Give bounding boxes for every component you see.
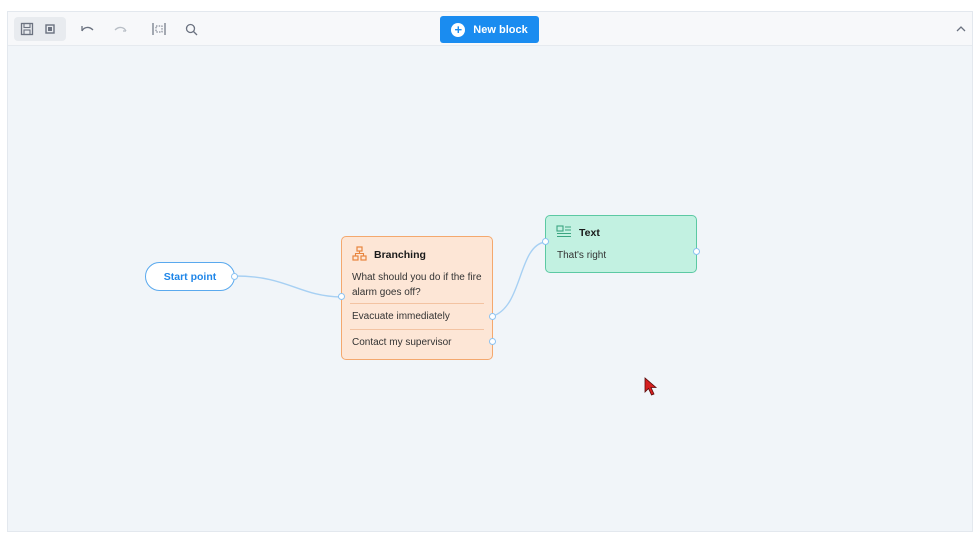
text-output-port[interactable] bbox=[693, 248, 700, 255]
text-block-icon bbox=[556, 225, 572, 241]
branching-header: Branching bbox=[352, 246, 426, 264]
branching-node[interactable]: Branching What should you do if the fire… bbox=[341, 236, 493, 360]
option-2-output-port[interactable] bbox=[489, 338, 496, 345]
chevron-up-icon[interactable] bbox=[952, 19, 970, 37]
mouse-pointer-icon bbox=[644, 377, 658, 402]
branching-input-port[interactable] bbox=[338, 293, 345, 300]
text-node-title: Text bbox=[579, 227, 600, 239]
start-point-label: Start point bbox=[163, 270, 217, 283]
flow-canvas[interactable]: Start point Branching What should you do… bbox=[8, 46, 972, 531]
hierarchy-icon bbox=[352, 246, 367, 264]
square-icon[interactable] bbox=[39, 18, 61, 40]
new-block-label: New block bbox=[473, 23, 528, 36]
branching-option-1[interactable]: Evacuate immediately bbox=[350, 303, 484, 328]
branching-option-2[interactable]: Contact my supervisor bbox=[350, 329, 484, 354]
connector-start-to-branching bbox=[234, 275, 342, 298]
branching-title: Branching bbox=[374, 249, 426, 261]
branching-question: What should you do if the fire alarm goe… bbox=[352, 272, 482, 298]
option-1-output-port[interactable] bbox=[489, 313, 496, 320]
search-icon[interactable] bbox=[180, 18, 202, 40]
floppy-disk-icon[interactable] bbox=[16, 18, 38, 40]
text-node-header: Text bbox=[556, 225, 600, 241]
toolbar: + New block bbox=[8, 12, 972, 46]
undo-icon[interactable] bbox=[76, 18, 98, 40]
text-node[interactable]: Text That's right bbox=[545, 215, 697, 273]
fit-view-icon[interactable] bbox=[148, 18, 170, 40]
start-output-port[interactable] bbox=[231, 273, 238, 280]
redo-icon[interactable] bbox=[110, 18, 132, 40]
text-input-port[interactable] bbox=[542, 238, 549, 245]
editor-window: + New block Start point Branching What s… bbox=[7, 11, 973, 532]
text-node-body: That's right bbox=[557, 250, 607, 261]
plus-icon: + bbox=[451, 22, 466, 37]
connector-option1-to-text bbox=[492, 241, 546, 317]
new-block-button[interactable]: + New block bbox=[440, 16, 539, 43]
start-point-node[interactable]: Start point bbox=[145, 262, 235, 291]
